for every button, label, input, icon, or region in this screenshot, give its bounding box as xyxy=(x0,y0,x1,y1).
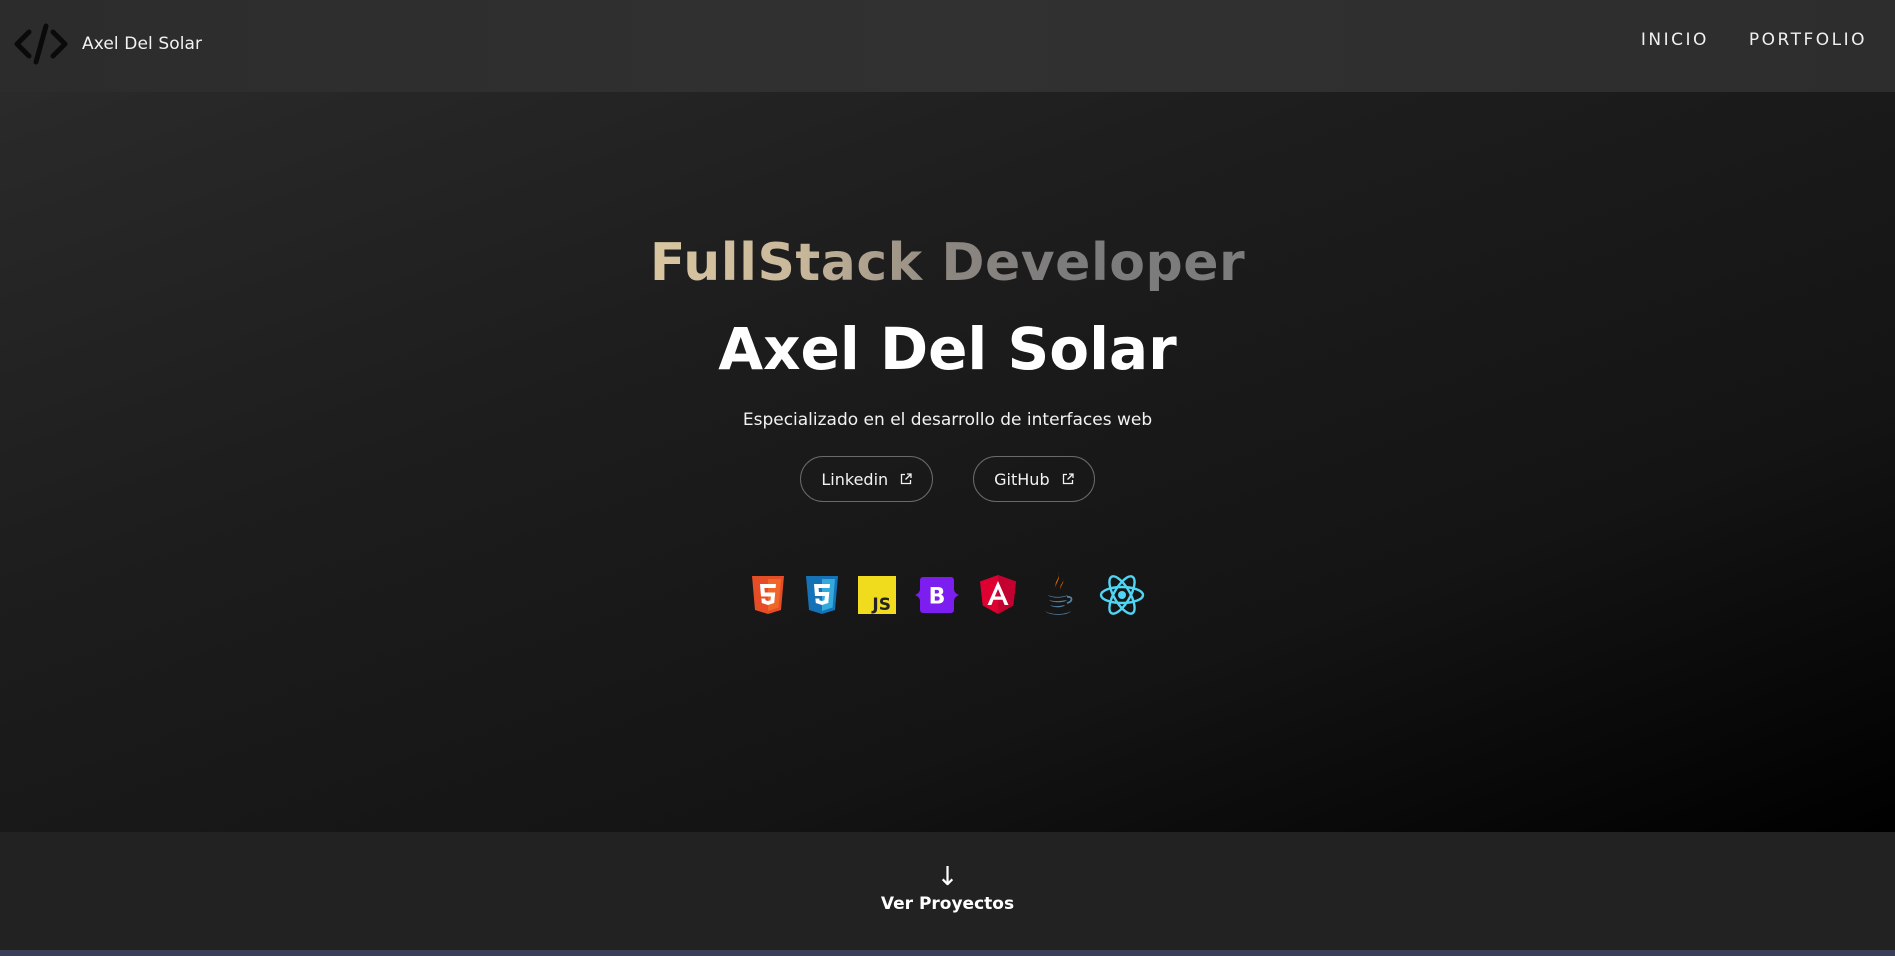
html5-icon xyxy=(751,576,784,614)
brand-name: Axel Del Solar xyxy=(82,34,203,54)
svg-text:JS: JS xyxy=(871,595,891,614)
github-button[interactable]: GitHub xyxy=(973,456,1095,502)
next-section-edge xyxy=(0,950,1895,956)
linkedin-label: Linkedin xyxy=(821,469,889,489)
angular-icon xyxy=(979,575,1016,614)
java-icon xyxy=(1044,572,1072,615)
ver-proyectos-label: Ver Proyectos xyxy=(880,894,1015,914)
nav-link-portfolio[interactable]: PORTFOLIO xyxy=(1749,30,1867,50)
github-label: GitHub xyxy=(994,469,1050,489)
ver-proyectos-link[interactable]: ↓ Ver Proyectos xyxy=(0,864,1895,914)
hero-section: FullStack Developer Axel Del Solar Espec… xyxy=(0,92,1895,832)
nav-link-inicio[interactable]: INICIO xyxy=(1641,30,1709,50)
navbar: Axel Del Solar INICIO PORTFOLIO xyxy=(0,0,1895,92)
hero-content: FullStack Developer Axel Del Solar Espec… xyxy=(0,232,1895,620)
javascript-icon: JS xyxy=(857,576,896,614)
bootstrap-icon: B xyxy=(914,577,959,613)
code-brackets-icon xyxy=(14,23,68,65)
svg-text:B: B xyxy=(928,585,945,610)
tech-stack: JS B xyxy=(0,570,1895,620)
scroll-section: ↓ Ver Proyectos xyxy=(0,832,1895,950)
brand-link[interactable]: Axel Del Solar xyxy=(14,22,202,66)
arrow-down-icon: ↓ xyxy=(936,862,959,892)
css3-icon xyxy=(805,576,838,614)
nav-links: INICIO PORTFOLIO xyxy=(1601,30,1867,50)
react-icon xyxy=(1099,575,1144,615)
linkedin-button[interactable]: Linkedin xyxy=(800,456,934,502)
tagline: Especializado en el desarrollo de interf… xyxy=(742,410,1153,430)
role-title: FullStack Developer xyxy=(649,233,1246,293)
person-name: Axel Del Solar xyxy=(718,315,1177,383)
external-link-icon xyxy=(901,473,912,485)
social-links: Linkedin GitHub xyxy=(0,456,1895,502)
external-link-icon xyxy=(1062,473,1074,485)
